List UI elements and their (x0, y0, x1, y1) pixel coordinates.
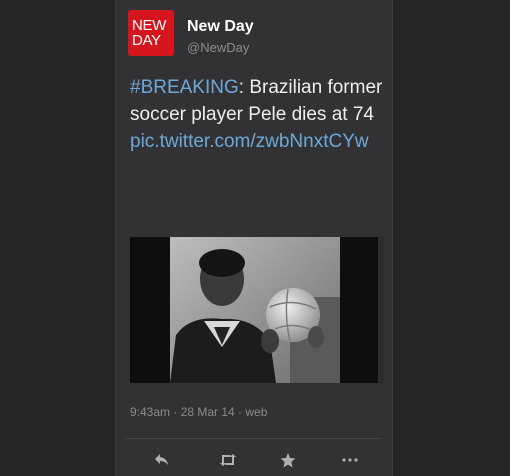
account-handle[interactable]: @NewDay (187, 40, 249, 55)
media-link[interactable]: pic.twitter.com/zwbNnxtCYw (130, 131, 369, 152)
account-name[interactable]: New Day (187, 18, 254, 36)
more-icon[interactable] (338, 448, 362, 472)
right-backdrop (393, 0, 510, 476)
tweet-timestamp[interactable]: 9:43am · 28 Mar 14 · web (130, 405, 267, 419)
retweet-icon[interactable] (216, 448, 240, 472)
hashtag-link[interactable]: #BREAKING (130, 77, 239, 98)
star-icon[interactable] (276, 448, 300, 472)
divider (126, 438, 382, 439)
tweet-actions (116, 448, 392, 472)
tweet-text: #BREAKING: Brazilian former soccer playe… (130, 74, 386, 155)
tweet-card: NEW DAY New Day @NewDay #BREAKING: Brazi… (115, 0, 393, 476)
new-day-logo[interactable]: NEW DAY (128, 10, 174, 56)
photo-image (130, 237, 384, 383)
left-backdrop (0, 0, 115, 476)
tweet-photo[interactable] (130, 237, 384, 383)
reply-icon[interactable] (150, 448, 174, 472)
logo-text-line1: NEW (132, 17, 167, 34)
logo-text-line2: DAY (132, 32, 161, 49)
